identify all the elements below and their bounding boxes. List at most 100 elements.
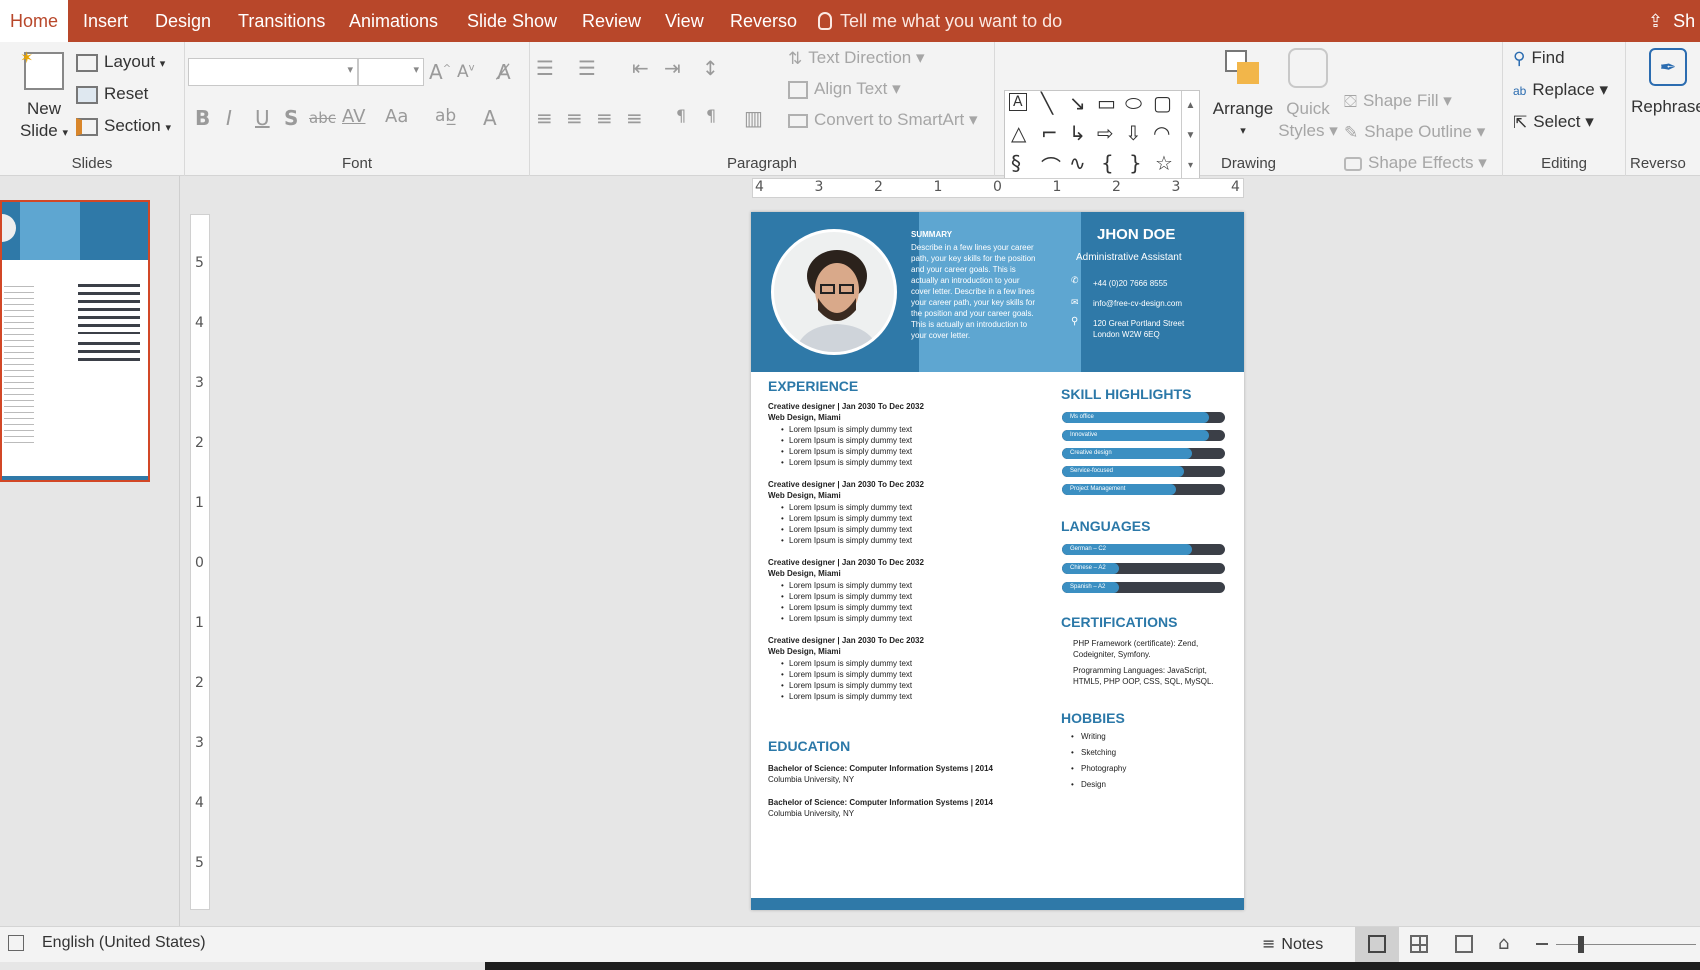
zoom-slider-thumb[interactable] xyxy=(1578,936,1584,953)
align-center-icon[interactable]: ≡ xyxy=(566,106,583,130)
horizontal-ruler: 4 3 2 1 0 1 2 3 4 xyxy=(752,178,1244,198)
text-box-shape-icon[interactable]: A xyxy=(1009,93,1027,111)
language-status[interactable]: English (United States) xyxy=(42,934,206,952)
strikethrough-button[interactable]: abc xyxy=(309,109,336,127)
right-arrow-shape-icon[interactable]: ⇨ xyxy=(1097,121,1114,145)
profile-photo[interactable] xyxy=(771,229,897,355)
curve-shape-icon[interactable]: ∿ xyxy=(1069,151,1086,175)
font-name-box[interactable]: ▾ xyxy=(188,58,358,86)
decrease-indent-icon[interactable]: ⇤ xyxy=(632,56,649,80)
down-arrow-shape-icon[interactable]: ⇩ xyxy=(1125,121,1142,145)
bullets-icon[interactable]: ☰ xyxy=(536,56,554,80)
justify-icon[interactable]: ≡ xyxy=(626,106,643,130)
tab-insert[interactable]: Insert xyxy=(83,0,128,42)
tab-animations[interactable]: Animations xyxy=(349,0,438,42)
normal-view-button[interactable] xyxy=(1355,927,1399,962)
triangle-shape-icon[interactable]: △ xyxy=(1011,121,1026,145)
clear-formatting-icon[interactable]: A̸ xyxy=(497,60,511,84)
rectangle-shape-icon[interactable]: ▭ xyxy=(1097,91,1116,115)
shape-fill-button[interactable]: ⛋ Shape Fill ▾ xyxy=(1344,91,1452,112)
job-title: Creative designer | Jan 2030 To Dec 2032 xyxy=(768,402,924,411)
zoom-slider[interactable] xyxy=(1556,944,1696,945)
thumbnail-text xyxy=(4,286,34,446)
bold-button[interactable]: B xyxy=(195,106,210,130)
slideshow-icon[interactable]: ⌂ xyxy=(1498,933,1509,954)
slide-sorter-icon[interactable] xyxy=(1410,935,1428,953)
line-spacing-icon[interactable]: ↕ xyxy=(702,56,719,80)
increase-font-icon[interactable]: A^ xyxy=(429,60,451,84)
character-spacing-button[interactable]: AV xyxy=(342,106,365,127)
skill-name: Project Management xyxy=(1070,486,1126,492)
new-slide-button[interactable]: ✶ New Slide ▾ xyxy=(14,50,74,144)
change-case-button[interactable]: Aa xyxy=(385,106,408,127)
align-text-button[interactable]: Align Text ▾ xyxy=(788,79,901,99)
numbering-icon[interactable]: ☰ xyxy=(578,56,596,80)
tab-home[interactable]: Home xyxy=(0,0,68,42)
certification-1: PHP Framework (certificate): Zend, Codei… xyxy=(1073,639,1199,659)
zoom-out-icon[interactable] xyxy=(1536,943,1548,945)
oval-shape-icon[interactable]: ⬭ xyxy=(1125,91,1142,115)
ruler-v-number: 0 xyxy=(195,555,204,571)
left-brace-icon[interactable]: { xyxy=(1101,151,1114,175)
spell-check-icon[interactable] xyxy=(8,935,24,951)
reset-button[interactable]: Reset xyxy=(76,84,148,104)
text-shadow-button[interactable]: S xyxy=(284,106,298,130)
line-shape-icon[interactable]: ╲ xyxy=(1041,91,1053,115)
rephrase-button[interactable]: ✒ Rephrase xyxy=(1628,48,1700,118)
elbow-arrow-icon[interactable]: ↳ xyxy=(1069,121,1086,145)
ltr-icon[interactable]: ¶ xyxy=(676,106,686,125)
rounded-rect-shape-icon[interactable]: ▢ xyxy=(1153,91,1172,115)
tab-view[interactable]: View xyxy=(665,0,704,42)
skill-name: Service-focused xyxy=(1070,468,1114,474)
tab-design[interactable]: Design xyxy=(155,0,211,42)
tell-me-search[interactable]: Tell me what you want to do xyxy=(818,0,1062,42)
share-button[interactable]: ⇪ Sh xyxy=(1648,0,1695,42)
hobbies-title: HOBBIES xyxy=(1061,710,1125,726)
star-shape-icon[interactable]: ☆ xyxy=(1155,151,1173,175)
shape-outline-button[interactable]: ✎ Shape Outline ▾ xyxy=(1344,122,1485,143)
arrow-line-shape-icon[interactable]: ↘ xyxy=(1069,91,1086,115)
columns-icon[interactable]: ▥ xyxy=(744,106,763,130)
increase-indent-icon[interactable]: ⇥ xyxy=(664,56,681,80)
language-bar: Spanish – A2 xyxy=(1062,582,1225,593)
notes-icon: ≡ xyxy=(1262,934,1276,953)
layout-button[interactable]: Layout ▾ xyxy=(76,52,165,72)
decrease-font-icon[interactable]: Av xyxy=(457,62,475,82)
underline-button[interactable]: U xyxy=(255,106,270,130)
shape-effects-button[interactable]: Shape Effects ▾ xyxy=(1344,153,1487,173)
quick-styles-button[interactable]: Quick Styles ▾ xyxy=(1278,48,1338,142)
slide-thumbnail-1[interactable] xyxy=(0,200,150,482)
arc-shape-icon[interactable]: ⌒ xyxy=(1041,151,1061,180)
align-left-icon[interactable]: ≡ xyxy=(536,106,553,130)
editing-group-label: Editing xyxy=(1541,155,1587,172)
elbow-connector-icon[interactable]: ⌐ xyxy=(1041,121,1058,145)
gallery-scroll[interactable]: ▲ ▼ ▾ xyxy=(1181,91,1199,181)
align-right-icon[interactable]: ≡ xyxy=(596,106,613,130)
right-brace-icon[interactable]: } xyxy=(1129,151,1142,175)
italic-button[interactable]: I xyxy=(226,106,232,130)
select-button[interactable]: ⇱ Select ▾ xyxy=(1513,112,1594,133)
scribble-shape-icon[interactable]: § xyxy=(1011,151,1021,175)
chevron-down-icon: ▾ xyxy=(165,122,171,134)
tab-slide-show[interactable]: Slide Show xyxy=(467,0,557,42)
reading-view-icon[interactable] xyxy=(1455,935,1473,953)
section-button[interactable]: Section ▾ xyxy=(76,116,171,136)
find-button[interactable]: ⚲ Find xyxy=(1513,48,1565,69)
tab-reverso[interactable]: Reverso xyxy=(730,0,797,42)
arrange-button[interactable]: Arrange ▾ xyxy=(1208,48,1278,142)
highlight-icon[interactable]: ab̲ xyxy=(435,106,456,126)
text-direction-button[interactable]: ⇅ Text Direction ▾ xyxy=(788,48,925,69)
rtl-icon[interactable]: ¶ xyxy=(706,106,716,125)
tab-transitions[interactable]: Transitions xyxy=(238,0,325,42)
slide-canvas[interactable]: SUMMARY Describe in a few lines your car… xyxy=(751,212,1244,910)
notes-button[interactable]: ≡ Notes xyxy=(1262,934,1323,954)
font-size-box[interactable]: ▾ xyxy=(358,58,424,86)
convert-smartart-button[interactable]: Convert to SmartArt ▾ xyxy=(788,110,977,130)
tab-review[interactable]: Review xyxy=(582,0,641,42)
freeform-shape-icon[interactable]: ◠ xyxy=(1153,121,1170,145)
font-color-icon[interactable]: A xyxy=(483,106,497,130)
shapes-gallery[interactable]: A ╲ ↘ ▭ ⬭ ▢ △ ⌐ ↳ ⇨ ⇩ ◠ § ⌒ ∿ { } ☆ ▲ ▼ ▾ xyxy=(1004,90,1200,182)
taskbar-strip xyxy=(485,962,1700,970)
replace-button[interactable]: ab Replace ▾ xyxy=(1513,80,1608,100)
ruler-v-number: 3 xyxy=(195,735,204,751)
